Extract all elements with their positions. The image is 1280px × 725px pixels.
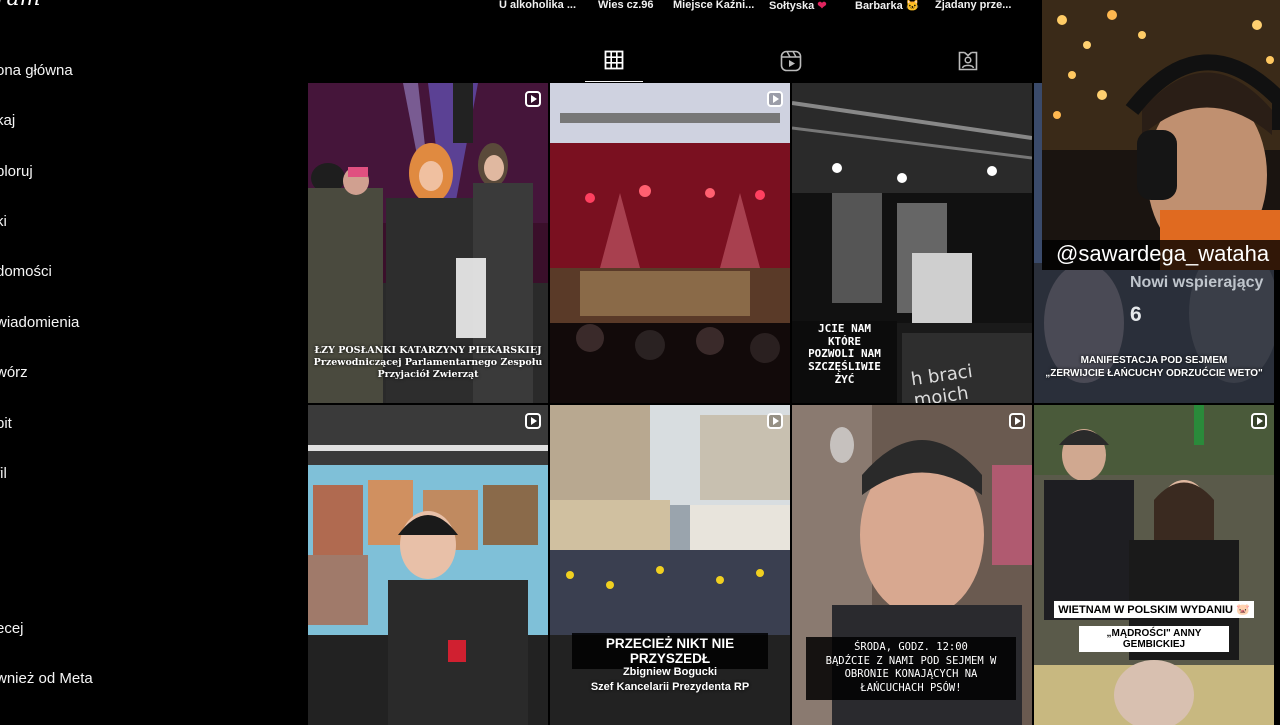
nav-reels[interactable]: ki [0,213,7,230]
sign-line: JCIE NAM [818,322,871,335]
caption-line: BĄDŹCIE Z NAMI POD SEJMEM W [825,654,997,667]
nav-search[interactable]: kaj [0,112,15,129]
caption-line: Zbigniew Bogucki [622,666,718,678]
nav-profile[interactable]: fil [0,465,7,482]
streamer-webcam-overlay: @sawardega_wataha [1042,0,1280,270]
reel-icon [1009,413,1025,429]
webcam-feed [1042,0,1280,270]
sign-line: ŻYĆ [834,372,855,386]
nav-messages[interactable]: domości [0,263,52,280]
highlight-label[interactable]: Wies cz.96 [598,0,654,11]
streamer-handle: @sawardega_wataha [1056,241,1270,266]
post-caption: ŁZY POSŁANKI KATARZYNY PIEKARSKIEJ Przew… [308,345,548,381]
post-image [308,405,548,725]
highlight-label: Barbarka [855,0,903,12]
post-thumbnail[interactable] [308,405,548,725]
nav-more[interactable]: ecej [0,620,24,637]
nav-notifications[interactable]: wiadomienia [0,314,79,331]
highlight-item[interactable]: Sołtyska ❤ [769,0,827,12]
highlight-label: Sołtyska [769,0,815,12]
caption-line: WIETNAM W POLSKIM WYDANIU [1058,604,1233,616]
reel-icon [525,91,541,107]
post-thumbnail[interactable]: PRZECIEŻ NIKT NIE PRZYSZEDŁ Zbigniew Bog… [550,405,790,725]
supporters-count: 6 [1130,303,1142,326]
post-caption: WIETNAM W POLSKIM WYDANIU 🐷 [1054,601,1254,618]
caption-line: Przewodniczącej Parlamentarnego Zespołu [313,356,543,368]
tab-reels[interactable] [762,46,820,82]
post-thumbnail[interactable]: ŚRODA, GODZ. 12:00 BĄDŹCIE Z NAMI POD SE… [792,405,1032,725]
supporters-label: Nowi wspierający [1130,274,1264,291]
post-caption: Zbigniew Bogucki Szef Kancelarii Prezyde… [550,665,790,695]
reel-icon [767,91,783,107]
caption-line: ŁAŃCUCHACH PSÓW! [860,681,962,694]
caption-line: „ZERWIJCIE ŁAŃCUCHY ODRZUĆCIE WETO" [1045,367,1263,379]
sign-line: SZCZĘŚLIWIE [808,359,881,373]
post-thumbnail[interactable]: JCIE NAM KTÓRE POZWOLI NAM SZCZĘŚLIWIE Ż… [792,83,1032,403]
instagram-logo[interactable]: ram [0,0,41,11]
caption-line: ŁZY POSŁANKI KATARZYNY PIEKARSKIEJ [314,345,542,356]
sidebar-nav: ona główna kaj ploruj ki domości wiadomi… [0,48,300,720]
highlight-label[interactable]: Miejsce Kaźni... [673,0,754,11]
post-image [550,83,790,403]
caption-line: „MĄDROŚCI" ANNY GEMBICKIEJ [1079,626,1229,652]
post-thumbnail[interactable] [550,83,790,403]
post-headline: PRZECIEŻ NIKT NIE PRZYSZEDŁ [572,633,768,669]
caption-line: Przyjaciół Zwierząt [377,368,479,380]
tab-tagged[interactable] [939,46,997,82]
protest-sign: JCIE NAM KTÓRE POZWOLI NAM SZCZĘŚLIWIE Ż… [792,322,897,386]
pig-icon: 🐷 [1236,604,1250,616]
caption-line: Szef Kancelarii Prezydenta RP [590,680,750,693]
caption-line: MANIFESTACJA POD SEJMEM [1080,355,1228,366]
post-image [1034,405,1274,725]
highlight-label[interactable]: Zjadany prze... [935,0,1011,11]
tab-posts[interactable] [585,46,643,82]
nav-threads[interactable]: pit [0,415,12,432]
tagged-icon [958,51,978,71]
post-caption: MANIFESTACJA POD SEJMEM „ZERWIJCIE ŁAŃCU… [1034,355,1274,380]
reels-icon [780,50,802,72]
nav-also-from-meta[interactable]: wnież od Meta [0,670,93,687]
post-thumbnail[interactable]: ŁZY POSŁANKI KATARZYNY PIEKARSKIEJ Przew… [308,83,548,403]
grid-icon [604,50,624,70]
reel-icon [1251,413,1267,429]
profile-tabs [308,46,1043,82]
nav-create[interactable]: wórz [0,364,28,381]
reel-icon [767,413,783,429]
nav-explore[interactable]: ploruj [0,163,33,180]
caption-line: OBRONIE KONAJĄCYCH NA [844,668,978,681]
caption-line: ŚRODA, GODZ. 12:00 [854,641,968,653]
highlight-label[interactable]: U alkoholika ... [499,0,576,11]
story-highlights: U alkoholika ... Wies cz.96 Miejsce Kaźn… [486,0,1046,14]
nav-home[interactable]: ona główna [0,62,73,79]
reel-icon [525,413,541,429]
post-caption: ŚRODA, GODZ. 12:00 BĄDŹCIE Z NAMI POD SE… [806,637,1016,700]
highlight-item[interactable]: Barbarka 🐱 [855,0,919,12]
cat-icon: 🐱 [905,0,920,12]
post-thumbnail[interactable]: WIETNAM W POLSKIM WYDANIU 🐷 „MĄDROŚCI" A… [1034,405,1274,725]
heart-icon: ❤ [817,0,827,12]
